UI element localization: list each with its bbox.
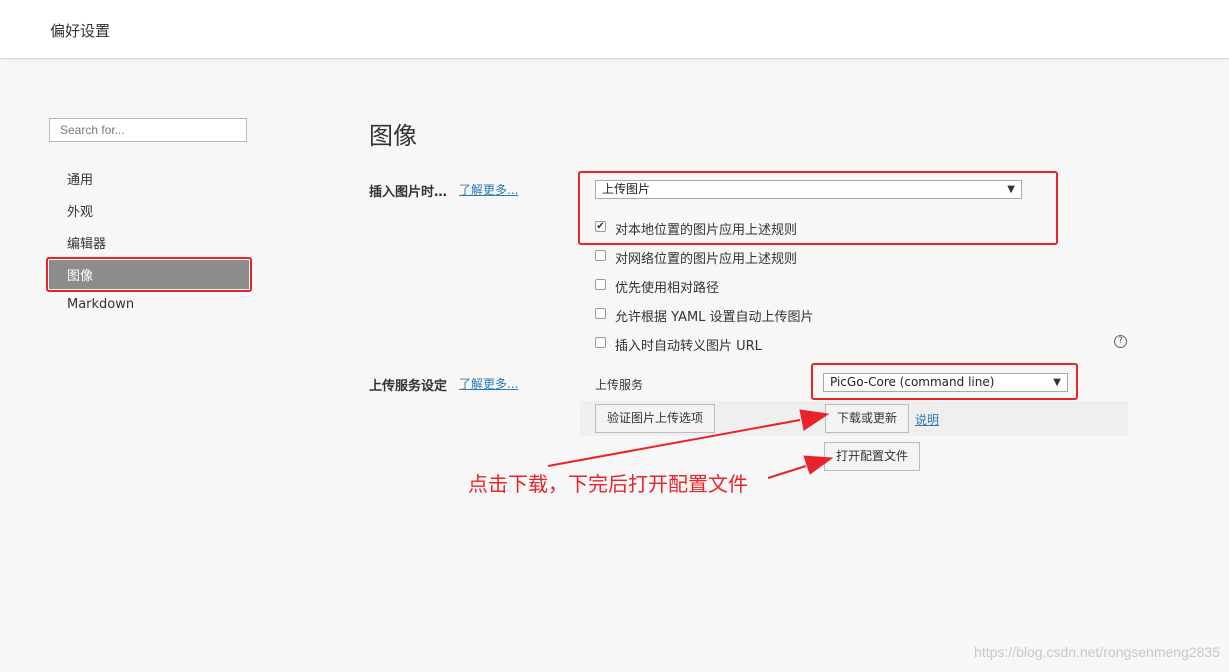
annotation-arrows	[547, 409, 834, 479]
watermark: https://blog.csdn.net/rongsenmeng2835	[974, 644, 1220, 660]
annotation-text: 点击下载，下完后打开配置文件	[468, 472, 748, 496]
arrow-to-download-head	[799, 409, 830, 431]
arrow-to-config-head	[803, 455, 834, 475]
arrow-to-config-line	[767, 465, 807, 479]
arrow-to-download-line	[547, 419, 801, 467]
